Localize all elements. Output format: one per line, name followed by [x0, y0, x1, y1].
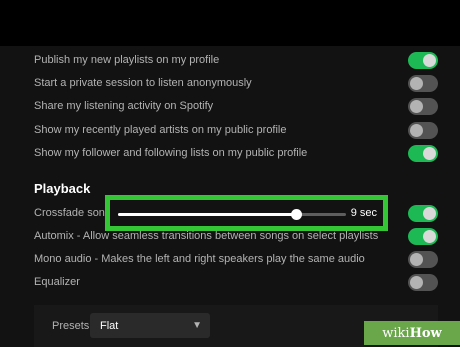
chevron-down-icon: ▼ [192, 320, 202, 331]
toggle-knob [410, 252, 423, 266]
setting-row-private-session: Start a private session to listen anonym… [34, 72, 438, 94]
equalizer-toggle[interactable] [408, 273, 438, 291]
setting-row-mono-audio: Mono audio - Makes the left and right sp… [34, 248, 438, 270]
crossfade-slider-thumb[interactable] [290, 209, 302, 220]
setting-label: Equalizer [34, 276, 80, 288]
setting-row-equalizer: Equalizer [34, 271, 438, 293]
toggle-knob [410, 275, 423, 289]
toggle-knob [410, 99, 423, 113]
setting-row-automix: Automix - Allow seamless transitions bet… [34, 225, 438, 247]
crossfade-toggle[interactable] [408, 204, 438, 222]
follower-lists-toggle[interactable] [408, 144, 438, 162]
toggle-knob [423, 53, 436, 67]
toggle-knob [423, 146, 436, 160]
presets-label: Presets [52, 320, 90, 332]
setting-row-follower-lists: Show my follower and following lists on … [34, 142, 438, 164]
setting-row-share-activity: Share my listening activity on Spotify [34, 95, 438, 117]
presets-dropdown[interactable]: Flat ▼ [90, 313, 210, 338]
mono-audio-toggle[interactable] [408, 250, 438, 268]
setting-label: Mono audio - Makes the left and right sp… [34, 253, 365, 265]
automix-toggle[interactable] [408, 227, 438, 245]
setting-label: Start a private session to listen anonym… [34, 77, 252, 89]
presets-selected-value: Flat [100, 319, 119, 332]
crossfade-slider-fill [118, 213, 296, 216]
setting-label: Automix - Allow seamless transitions bet… [34, 230, 379, 242]
crossfade-value: 9 sec [350, 207, 377, 219]
setting-label: Publish my new playlists on my profile [34, 54, 220, 66]
setting-label: Share my listening activity on Spotify [34, 100, 214, 112]
setting-label: Show my recently played artists on my pu… [34, 124, 287, 136]
setting-label: Show my follower and following lists on … [34, 147, 308, 159]
setting-row-recent-artists: Show my recently played artists on my pu… [34, 119, 438, 141]
private-session-toggle[interactable] [408, 74, 438, 92]
share-activity-toggle[interactable] [408, 97, 438, 115]
toggle-knob [410, 76, 423, 90]
toggle-knob [423, 206, 436, 220]
toggle-knob [423, 229, 436, 243]
setting-row-publish-playlists: Publish my new playlists on my profile [34, 49, 438, 71]
playback-section-title: Playback [34, 181, 91, 196]
wikihow-watermark: wiki How [364, 321, 460, 345]
recent-artists-toggle[interactable] [408, 121, 438, 139]
crossfade-slider[interactable] [118, 209, 346, 220]
toggle-knob [410, 123, 423, 137]
publish-playlists-toggle[interactable] [408, 51, 438, 69]
top-bar [0, 0, 460, 46]
